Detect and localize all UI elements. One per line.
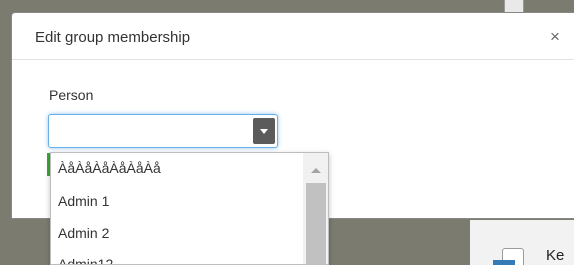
modal-header: Edit group membership ×	[12, 13, 574, 60]
person-select[interactable]	[48, 114, 278, 148]
person-label: Person	[49, 87, 94, 103]
scroll-up-arrow-icon[interactable]	[311, 168, 321, 173]
background-button[interactable]	[493, 260, 515, 265]
dropdown-option[interactable]: Admin12	[58, 256, 113, 264]
background-column-text: Ke	[546, 247, 565, 264]
dropdown-option[interactable]: ÀåÀåÀåÀåÀåÀå	[58, 160, 161, 176]
chevron-down-icon[interactable]	[253, 118, 275, 144]
person-dropdown-list[interactable]: ÀåÀåÀåÀåÀåÀå Admin 1 Admin 2 Admin12	[50, 152, 329, 265]
close-button[interactable]: ×	[550, 28, 560, 45]
scrollbar-thumb[interactable]	[306, 183, 326, 264]
modal-title: Edit group membership	[35, 29, 191, 46]
dropdown-option[interactable]: Admin 2	[58, 225, 109, 241]
dropdown-scrollbar[interactable]	[303, 153, 328, 264]
dropdown-option[interactable]: Admin 1	[58, 193, 109, 209]
